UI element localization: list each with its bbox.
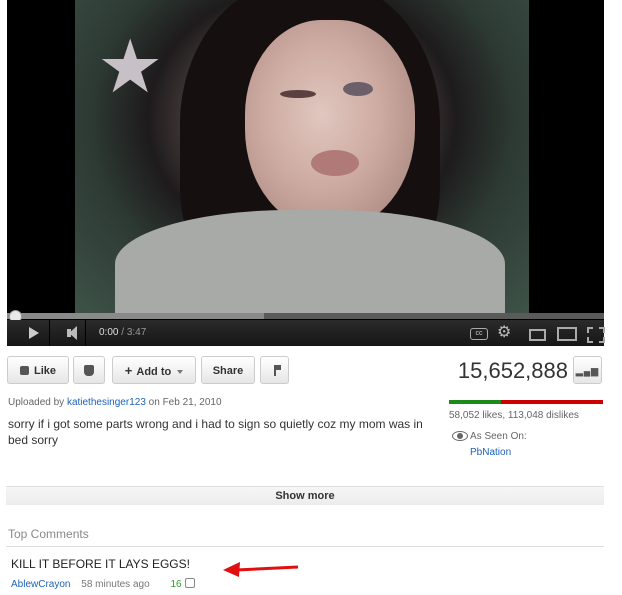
- progress-bar[interactable]: [7, 313, 604, 319]
- likes-summary: 58,052 likes, 113,048 dislikes: [449, 410, 579, 421]
- red-arrow-head: [223, 562, 240, 577]
- thumbs-up-icon: [19, 366, 29, 375]
- flag-button[interactable]: [260, 356, 289, 384]
- cc-icon[interactable]: cc: [470, 328, 488, 340]
- player-controls: 0:00 / 3:47 cc ⚙: [7, 320, 605, 346]
- dislike-button[interactable]: [73, 356, 105, 384]
- stats-button[interactable]: ▂▄▆: [573, 356, 602, 384]
- upload-prefix: Uploaded by: [8, 397, 65, 408]
- divider: [6, 546, 604, 547]
- view-count: 15,652,888: [457, 358, 568, 383]
- comment-score: 16: [170, 579, 182, 590]
- large-player-icon[interactable]: [557, 327, 577, 341]
- like-ratio-bar: [449, 400, 603, 404]
- volume-icon[interactable]: [55, 320, 86, 346]
- video-subject-lips: [311, 150, 359, 176]
- comment-author-link[interactable]: AblewCrayon: [11, 579, 70, 590]
- add-to-button[interactable]: + Add to: [112, 356, 196, 384]
- red-arrow-shaft: [235, 565, 299, 572]
- comment-text: KILL IT BEFORE IT LAYS EGGS!: [11, 557, 190, 571]
- upload-date: on Feb 21, 2010: [148, 397, 222, 408]
- like-button[interactable]: Like: [7, 356, 69, 384]
- fullscreen-icon[interactable]: [587, 327, 605, 343]
- like-ratio-fill: [449, 400, 502, 404]
- video-frame[interactable]: ★: [75, 0, 529, 313]
- eye-icon: [452, 431, 468, 441]
- time-current: 0:00: [99, 327, 119, 338]
- like-button-label: Like: [33, 365, 56, 377]
- show-more-button[interactable]: Show more: [6, 486, 604, 505]
- time-display: 0:00 / 3:47: [99, 327, 147, 338]
- seen-on-link[interactable]: PbNation: [470, 447, 511, 458]
- thumbs-down-icon: [84, 365, 94, 376]
- video-subject-eye: [280, 90, 316, 98]
- plus-icon: +: [124, 363, 133, 378]
- gear-icon[interactable]: ⚙: [497, 320, 511, 346]
- video-subject-eye: [343, 82, 373, 96]
- flag-icon: [273, 365, 281, 376]
- time-total: 3:47: [126, 327, 147, 338]
- star-decoration: ★: [97, 25, 164, 108]
- stats-icon: ▂▄▆: [575, 366, 600, 376]
- video-subject-sweater: [115, 210, 505, 313]
- small-player-icon[interactable]: [529, 329, 546, 341]
- red-arrow: [223, 562, 299, 577]
- chevron-down-icon: [177, 370, 184, 374]
- video-subject-face: [245, 20, 415, 230]
- video-description: sorry if i got some parts wrong and i ha…: [8, 417, 423, 447]
- uploader-link[interactable]: katiethesinger123: [67, 397, 146, 408]
- share-button[interactable]: Share: [201, 356, 255, 384]
- add-to-label: Add to: [136, 366, 172, 378]
- seen-on-label: As Seen On:: [470, 431, 527, 442]
- play-icon[interactable]: [19, 320, 50, 346]
- comments-heading: Top Comments: [8, 527, 89, 541]
- thumbs-up-icon[interactable]: [184, 578, 195, 588]
- progress-loaded: [7, 313, 264, 319]
- upload-info: Uploaded by katiethesinger123 on Feb 21,…: [8, 397, 222, 408]
- comment-time: 58 minutes ago: [81, 579, 150, 590]
- comment-meta: AblewCrayon 58 minutes ago 16: [11, 578, 195, 590]
